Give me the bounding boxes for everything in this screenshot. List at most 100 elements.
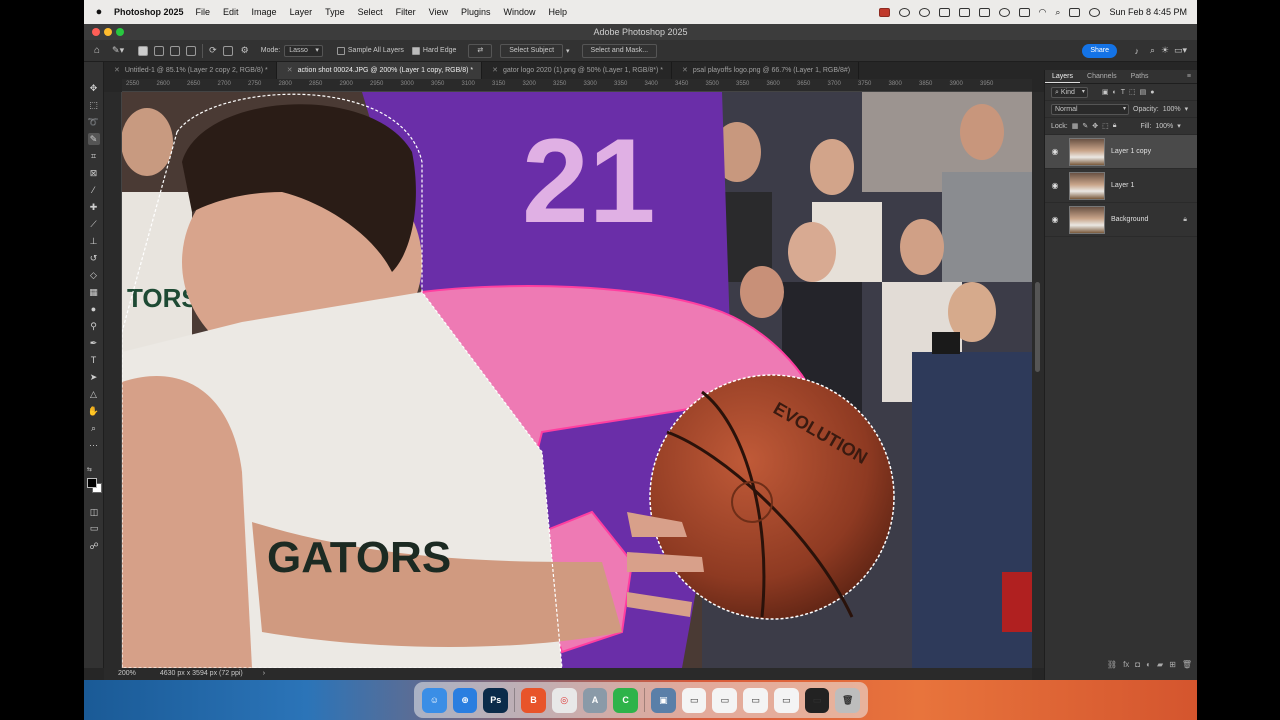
hand-tool-icon[interactable]: ✋	[88, 405, 100, 417]
opacity-dropdown-icon[interactable]: ▾	[1185, 105, 1189, 113]
close-window-button[interactable]	[92, 28, 100, 36]
window-icon[interactable]: ▭	[773, 687, 799, 713]
chrome-app[interactable]: ◎	[551, 687, 577, 713]
menu-filter[interactable]: Filter	[396, 7, 416, 17]
marquee-tool-icon[interactable]: ⬚	[88, 99, 100, 111]
apple-icon[interactable]: ●	[84, 6, 114, 18]
filter-smart-object-icon[interactable]: ▤	[1140, 88, 1147, 96]
menu-plugins[interactable]: Plugins	[461, 7, 491, 17]
new-layer-icon[interactable]: ⊞	[1169, 660, 1176, 672]
menu-layer[interactable]: Layer	[290, 7, 313, 17]
tab-gator-logo[interactable]: ✕ gator logo 2020 (1).png @ 50% (Layer 1,…	[482, 62, 673, 79]
screen-mode-icon[interactable]: ▭	[88, 522, 100, 534]
hard-edge-checkbox[interactable]	[411, 46, 420, 55]
crop-tool-icon[interactable]: ⌗	[88, 150, 100, 162]
layer-name[interactable]: Background	[1111, 216, 1148, 223]
layer-name[interactable]: Layer 1 copy	[1111, 148, 1151, 155]
discover-icon[interactable]: ☀	[1161, 45, 1169, 56]
share-button[interactable]: Share	[1082, 44, 1117, 58]
eraser-tool-icon[interactable]: ◇	[88, 269, 100, 281]
layer-row-background[interactable]: ◉ Background 🔒︎	[1045, 203, 1197, 237]
settings-gear-icon[interactable]: ⚙	[241, 45, 249, 56]
delete-layer-icon[interactable]: 🗑︎	[1182, 660, 1192, 672]
blur-tool-icon[interactable]: ●	[88, 303, 100, 315]
preview-app[interactable]: ▣	[651, 687, 676, 713]
link-layers-icon[interactable]: ⛓	[1107, 660, 1117, 672]
menu-select[interactable]: Select	[358, 7, 383, 17]
play-icon[interactable]	[998, 7, 1010, 17]
screen-icon[interactable]	[958, 7, 970, 17]
terminal-icon[interactable]: ▭	[804, 687, 830, 713]
filter-type-icon[interactable]: T	[1121, 89, 1125, 96]
select-subject-dropdown-icon[interactable]: ▾	[566, 47, 570, 55]
lock-transparent-icon[interactable]: ▦	[1072, 122, 1079, 130]
visibility-eye-icon[interactable]: ◉	[1045, 147, 1065, 156]
facetime-app[interactable]: C	[613, 687, 639, 713]
menu-image[interactable]: Image	[252, 7, 277, 17]
quick-mask-icon[interactable]: ◫	[88, 506, 100, 518]
refresh-icon[interactable]: ⟳	[209, 45, 217, 56]
tab-paths[interactable]: Paths	[1124, 70, 1156, 83]
siri-icon[interactable]	[1089, 7, 1101, 17]
filter-toggle-icon[interactable]: ●	[1150, 89, 1154, 96]
file-doc-icon[interactable]: ▭	[681, 687, 707, 713]
creative-cloud-icon[interactable]	[898, 7, 910, 17]
safari-app[interactable]: ⊕	[452, 687, 478, 713]
path-selection-tool-icon[interactable]: ➤	[88, 371, 100, 383]
menu-file[interactable]: File	[196, 7, 211, 17]
layer-row-layer-1[interactable]: ◉ Layer 1	[1045, 169, 1197, 203]
visibility-eye-icon[interactable]: ◉	[1045, 215, 1065, 224]
lock-all-icon[interactable]: 🔒︎	[1113, 122, 1117, 130]
photo-canvas[interactable]: TORS 21 GATORS EVOLUTION	[122, 92, 1032, 668]
swap-colors-icon[interactable]: ⇆	[87, 466, 92, 473]
dodge-tool-icon[interactable]: ⚲	[88, 320, 100, 332]
quick-selection-tool-icon[interactable]: ✎	[87, 133, 100, 145]
menu-help[interactable]: Help	[549, 7, 568, 17]
lock-artboard-icon[interactable]: ⬚	[1102, 122, 1109, 130]
tab-psal-playoffs-logo[interactable]: ✕ psal playoffs logo.png @ 66.7% (Layer 1…	[672, 62, 860, 79]
menu-type[interactable]: Type	[325, 7, 345, 17]
clock[interactable]: Sun Feb 8 4:45 PM	[1109, 7, 1187, 17]
canvas-vertical-scrollbar[interactable]	[1032, 92, 1044, 668]
filter-adjustment-icon[interactable]: ◐	[1113, 89, 1117, 96]
notifications-icon[interactable]: ♪	[1135, 46, 1140, 56]
blend-mode-dropdown[interactable]: Normal	[1051, 103, 1129, 115]
layer-row-layer-1-copy[interactable]: ◉ Layer 1 copy	[1045, 135, 1197, 169]
zoom-level[interactable]: 200%	[118, 670, 136, 677]
select-and-mask-button[interactable]: Select and Mask...	[581, 43, 658, 58]
vpn-icon[interactable]	[918, 7, 930, 17]
fill-value[interactable]: 100%	[1155, 123, 1173, 130]
font-book-app[interactable]: A	[582, 687, 608, 713]
upload-icon[interactable]	[938, 7, 950, 17]
close-tab-icon[interactable]: ✕	[682, 67, 688, 74]
panel-menu-icon[interactable]: ≡	[1187, 70, 1197, 83]
sample-all-layers-checkbox[interactable]	[336, 46, 345, 55]
lasso-tool-icon[interactable]: ➰	[88, 116, 100, 128]
visibility-eye-icon[interactable]: ◉	[1045, 181, 1065, 190]
tab-action-shot[interactable]: ✕ action shot 00024.JPG @ 200% (Layer 1 c…	[276, 62, 483, 79]
intersect-selection-icon[interactable]	[186, 45, 197, 56]
adjust-icon[interactable]: ☍	[88, 540, 100, 552]
subtract-from-selection-icon[interactable]	[170, 45, 181, 56]
close-tab-icon[interactable]: ✕	[492, 67, 498, 74]
quick-selection-tool-preset-icon[interactable]: ✎▾	[112, 45, 124, 56]
gradient-tool-icon[interactable]: ▦	[88, 286, 100, 298]
new-group-icon[interactable]: ▰	[1157, 660, 1163, 672]
menu-view[interactable]: View	[429, 7, 448, 17]
tab-untitled-1[interactable]: ✕ Untitled-1 @ 85.1% (Layer 2 copy 2, RGB…	[104, 62, 277, 79]
menu-window[interactable]: Window	[504, 7, 536, 17]
horizontal-ruler[interactable]: 2550 2600 2650 2700 2750 2800 2850 2900 2950 3000…	[122, 79, 1032, 92]
brave-app[interactable]: B	[521, 687, 546, 713]
refine-icon[interactable]: ⇄	[468, 43, 493, 58]
search-icon[interactable]: ⌕	[1150, 45, 1155, 56]
filter-shape-icon[interactable]: ⬚	[1129, 88, 1136, 96]
search-icon[interactable]: ⌕	[1055, 7, 1060, 18]
new-adjustment-layer-icon[interactable]: ◐	[1146, 660, 1151, 672]
filter-kind-dropdown[interactable]: ⌕ Kind	[1051, 86, 1088, 98]
select-subject-button[interactable]: Select Subject	[500, 43, 564, 58]
new-selection-icon[interactable]	[138, 45, 149, 56]
more-tools-icon[interactable]: ···	[88, 439, 100, 451]
vertical-ruler[interactable]	[104, 92, 122, 668]
type-tool-icon[interactable]: T	[88, 354, 100, 366]
eyedropper-tool-icon[interactable]: ⁄	[88, 184, 100, 196]
